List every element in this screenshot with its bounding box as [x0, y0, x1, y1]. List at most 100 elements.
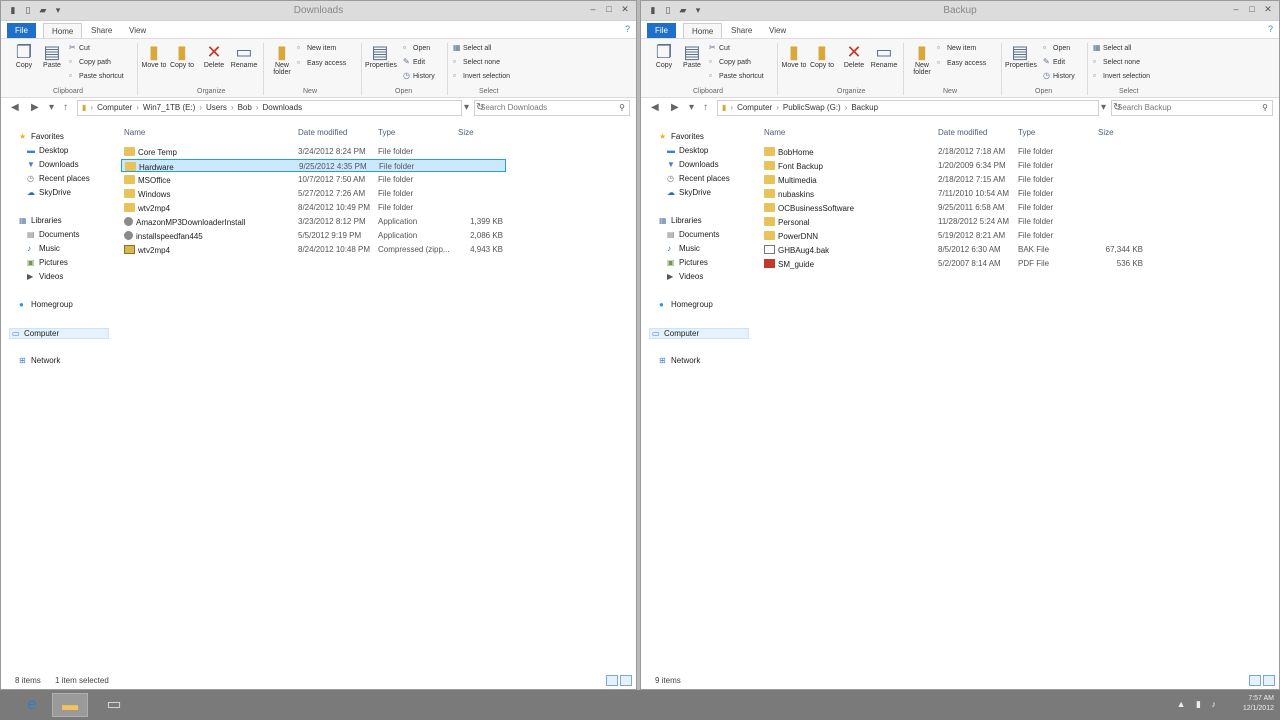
help-icon[interactable]: ?	[625, 24, 630, 34]
open-button[interactable]: ▫ Open	[403, 43, 430, 52]
nav-network[interactable]: ⊞ Network	[659, 356, 700, 365]
column-header-date[interactable]: Date modified	[298, 128, 347, 137]
select-none-button[interactable]: ▫ Select none	[1093, 57, 1140, 66]
breadcrumb-segment[interactable]: Backup	[851, 103, 878, 112]
nav-computer[interactable]: ▭ Computer	[9, 328, 109, 339]
details-view-icon[interactable]	[606, 675, 618, 686]
forward-icon[interactable]: ▶	[671, 102, 679, 113]
tab-view[interactable]: View	[121, 23, 154, 38]
file-row[interactable]: installspeedfan445 5/5/2012 9:19 PM Applic…	[121, 229, 511, 242]
help-icon[interactable]: ?	[1268, 24, 1273, 34]
file-row[interactable]: Core Temp 3/24/2012 8:24 PM File folder	[121, 145, 511, 158]
recent-locations-icon[interactable]: ▾	[689, 102, 694, 113]
nav-skydrive[interactable]: ☁ SkyDrive	[667, 188, 711, 197]
column-header-type[interactable]: Type	[378, 128, 395, 137]
nav-documents[interactable]: ▤ Documents	[27, 230, 79, 239]
nav-recent[interactable]: ◷ Recent places	[27, 174, 90, 183]
nav-recent[interactable]: ◷ Recent places	[667, 174, 730, 183]
file-row[interactable]: Personal 11/28/2012 5:24 AM File folder	[761, 215, 1151, 228]
breadcrumb-segment[interactable]: Users	[206, 103, 227, 112]
file-row[interactable]: wtv2mp4 8/24/2012 10:48 PM Compressed (zip…	[121, 243, 511, 256]
address-dropdown-icon[interactable]: ▾	[464, 102, 469, 113]
move-to-button[interactable]: ▮ Move to	[139, 42, 169, 69]
breadcrumb-segment[interactable]: Win7_1TB (E:)	[143, 103, 195, 112]
copy-button[interactable]: ❐ Copy	[649, 42, 679, 69]
nav-skydrive[interactable]: ☁ SkyDrive	[27, 188, 71, 197]
copy-button[interactable]: ❐ Copy	[9, 42, 39, 69]
file-row[interactable]: AmazonMP3DownloaderInstall 3/23/2012 8:12…	[121, 215, 511, 228]
search-input[interactable]: Search Backup ⚲	[1111, 100, 1273, 116]
nav-music[interactable]: ♪ Music	[27, 244, 60, 253]
breadcrumb-segment[interactable]: Computer	[97, 103, 132, 112]
delete-button[interactable]: ✕ Delete	[199, 42, 229, 69]
recent-locations-icon[interactable]: ▾	[49, 102, 54, 113]
file-row[interactable]: MSOffice 10/7/2012 7:50 AM File folder	[121, 173, 511, 186]
nav-documents[interactable]: ▤ Documents	[667, 230, 719, 239]
file-row[interactable]: BobHome 2/18/2012 7:18 AM File folder	[761, 145, 1151, 158]
details-view-icon[interactable]	[1249, 675, 1261, 686]
nav-network[interactable]: ⊞ Network	[19, 356, 60, 365]
column-header-type[interactable]: Type	[1018, 128, 1035, 137]
column-header-name[interactable]: Name	[764, 128, 785, 137]
history-button[interactable]: ◷ History	[1043, 71, 1075, 80]
easy-access-button[interactable]: ▫ Easy access	[937, 58, 986, 67]
open-button[interactable]: ▫ Open	[1043, 43, 1070, 52]
address-bar[interactable]: ▮ › Computer › Win7_1TB (E:) › Users › Bob › Downl…	[77, 100, 462, 116]
file-row[interactable]: nubaskins 7/11/2010 10:54 AM File folder	[761, 187, 1151, 200]
nav-favorites[interactable]: ★ Favorites	[19, 132, 64, 141]
file-row[interactable]: Windows 5/27/2012 7:26 AM File folder	[121, 187, 511, 200]
new-folder-button[interactable]: ▮ New folder	[267, 42, 297, 76]
breadcrumb-segment[interactable]: PublicSwap (G:)	[783, 103, 841, 112]
file-row[interactable]: Multimedia 2/18/2012 7:15 AM File folder	[761, 173, 1151, 186]
tab-share[interactable]: Share	[83, 23, 120, 38]
minimize-icon[interactable]: –	[586, 3, 600, 15]
file-row[interactable]: Font Backup 1/20/2009 6:34 PM File folder	[761, 159, 1151, 172]
invert-selection-button[interactable]: ▫ Invert selection	[453, 71, 510, 80]
nav-homegroup[interactable]: ● Homegroup	[19, 300, 73, 309]
rename-button[interactable]: ▭ Rename	[229, 42, 259, 69]
history-button[interactable]: ◷ History	[403, 71, 435, 80]
copy-to-button[interactable]: ▮ Copy to	[807, 42, 837, 69]
internet-explorer-icon[interactable]: e	[14, 693, 50, 717]
properties-button[interactable]: ▤ Properties	[1005, 42, 1037, 69]
forward-icon[interactable]: ▶	[31, 102, 39, 113]
column-header-date[interactable]: Date modified	[938, 128, 987, 137]
file-row[interactable]: Hardware 9/25/2012 4:35 PM File folder	[121, 159, 506, 172]
maximize-icon[interactable]: □	[602, 3, 616, 15]
file-row[interactable]: PowerDNN 5/19/2012 8:21 AM File folder	[761, 229, 1151, 242]
nav-favorites[interactable]: ★ Favorites	[659, 132, 704, 141]
up-icon[interactable]: ↑	[63, 102, 68, 113]
paste-shortcut-button[interactable]: ▫ Paste shortcut	[69, 71, 124, 80]
large-icons-view-icon[interactable]	[620, 675, 632, 686]
cut-button[interactable]: ✂ Cut	[69, 43, 90, 52]
nav-libraries[interactable]: ▦ Libraries	[19, 216, 62, 225]
column-header-name[interactable]: Name	[124, 128, 145, 137]
tab-share[interactable]: Share	[723, 23, 760, 38]
copy-path-button[interactable]: ▫ Copy path	[69, 57, 111, 66]
easy-access-button[interactable]: ▫ Easy access	[297, 58, 346, 67]
file-explorer-icon[interactable]: ▬	[52, 693, 88, 717]
breadcrumb-segment[interactable]: Downloads	[262, 103, 302, 112]
large-icons-view-icon[interactable]	[1263, 675, 1275, 686]
breadcrumb-segment[interactable]: Computer	[737, 103, 772, 112]
nav-desktop[interactable]: ▬ Desktop	[27, 146, 68, 155]
clock[interactable]: 7:57 AM 12/1/2012	[1243, 694, 1274, 714]
tab-file[interactable]: File	[647, 23, 676, 38]
nav-pictures[interactable]: ▣ Pictures	[27, 258, 68, 267]
rename-button[interactable]: ▭ Rename	[869, 42, 899, 69]
nav-downloads[interactable]: ▼ Downloads	[667, 160, 719, 169]
file-row[interactable]: OCBusinessSoftware 9/25/2011 6:58 AM File …	[761, 201, 1151, 214]
close-icon[interactable]: ✕	[1261, 3, 1275, 15]
move-to-button[interactable]: ▮ Move to	[779, 42, 809, 69]
column-header-size[interactable]: Size	[1098, 128, 1114, 137]
new-item-button[interactable]: ▫ New item	[297, 43, 336, 52]
file-row[interactable]: wtv2mp4 8/24/2012 10:49 PM File folder	[121, 201, 511, 214]
paste-shortcut-button[interactable]: ▫ Paste shortcut	[709, 71, 764, 80]
nav-desktop[interactable]: ▬ Desktop	[667, 146, 708, 155]
select-none-button[interactable]: ▫ Select none	[453, 57, 500, 66]
back-icon[interactable]: ◀	[651, 102, 659, 113]
back-icon[interactable]: ◀	[11, 102, 19, 113]
cut-button[interactable]: ✂ Cut	[709, 43, 730, 52]
address-dropdown-icon[interactable]: ▾	[1101, 102, 1106, 113]
tab-view[interactable]: View	[761, 23, 794, 38]
